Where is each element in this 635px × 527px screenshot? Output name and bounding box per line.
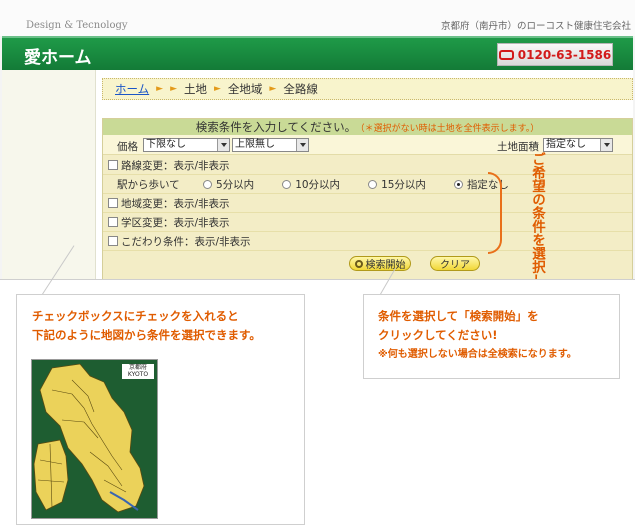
- search-heading-note: （＊選択がない時は土地を全件表示します。）: [360, 124, 540, 134]
- price-min-select[interactable]: 下限なし: [143, 138, 230, 152]
- instruction-vertical-text: ご希望の条件を選択してください。: [529, 152, 545, 280]
- map-badge: 京都府 KYOTO: [122, 364, 154, 379]
- search-heading-text: 検索条件を入力してください。: [195, 120, 357, 134]
- preference-toggle-label: こだわり条件：表示/非表示: [121, 235, 251, 248]
- site-screenshot: Design & Tecnology 京都府（南丹市）のローコスト健康住宅会社 …: [0, 0, 635, 280]
- school-toggle-label: 学区変更：表示/非表示: [121, 216, 230, 229]
- chevron-right-icon: ►: [170, 84, 177, 94]
- callout-right-note: ※何も選択しない場合は全検索になります。: [378, 349, 577, 360]
- phone-number: 0120-63-1586: [517, 47, 612, 62]
- callout-left-line2: 下記のように地図から条件を選択できます。: [32, 328, 261, 342]
- land-area-select[interactable]: 指定なし: [543, 138, 613, 152]
- price-min-value: 下限なし: [146, 139, 186, 150]
- callout-checkbox-map: チェックボックスにチェックを入れると 下記のように地図から条件を選択できます。 …: [16, 294, 305, 525]
- breadcrumb: ホーム ► ► 土地 ► 全地域 ► 全路線: [102, 78, 633, 100]
- land-area-value: 指定なし: [546, 139, 586, 150]
- price-label: 価格: [117, 141, 138, 153]
- top-bar: Design & Tecnology 京都府（南丹市）のローコスト健康住宅会社: [0, 0, 635, 36]
- walk-option-label: 10分以内: [295, 178, 341, 191]
- region-toggle-row[interactable]: 地域変更：表示/非表示: [103, 194, 632, 213]
- breadcrumb-home-link[interactable]: ホーム: [115, 81, 149, 97]
- search-start-button[interactable]: 検索開始: [349, 256, 411, 271]
- chevron-right-icon: ►: [156, 84, 164, 94]
- walk-radio-10min[interactable]: 10分以内: [282, 177, 340, 192]
- price-max-select[interactable]: 上限無し: [232, 138, 309, 152]
- bracket-annotation: [488, 172, 502, 254]
- walk-radio-5min[interactable]: 5分以内: [203, 177, 254, 192]
- walk-option-label: 5分以内: [216, 178, 255, 191]
- preference-toggle-row[interactable]: こだわり条件：表示/非表示: [103, 232, 632, 251]
- search-panel-heading: 検索条件を入力してください。 （＊選択がない時は土地を全件表示します。）: [103, 119, 632, 135]
- search-panel: 検索条件を入力してください。 （＊選択がない時は土地を全件表示します。） 価格 下…: [102, 118, 633, 279]
- breadcrumb-region: 全地域: [227, 82, 263, 96]
- radio-icon[interactable]: [282, 179, 292, 189]
- map-badge-subtitle: KYOTO: [127, 371, 149, 378]
- breadcrumb-land: 土地: [184, 82, 207, 96]
- radio-selected-icon[interactable]: [453, 179, 463, 189]
- left-column: [2, 70, 96, 279]
- phone-badge[interactable]: 0120-63-1586: [497, 43, 613, 66]
- route-toggle-label: 路線変更：表示/非表示: [121, 159, 230, 172]
- school-toggle-checkbox[interactable]: [108, 217, 118, 227]
- radio-icon[interactable]: [203, 179, 212, 189]
- preference-toggle-checkbox[interactable]: [108, 236, 118, 246]
- phone-icon: [498, 49, 514, 60]
- top-info-text: 京都府（南丹市）のローコスト健康住宅会社: [440, 21, 631, 32]
- route-toggle-checkbox[interactable]: [108, 160, 118, 170]
- chevron-down-icon: [221, 143, 227, 147]
- callout-right-line2: クリックしてください!: [378, 328, 498, 342]
- site-logo[interactable]: 愛ホーム: [24, 43, 92, 68]
- tagline: Design & Tecnology: [26, 20, 128, 31]
- map-icon: [32, 360, 157, 518]
- clear-label: クリア: [440, 260, 470, 271]
- chevron-right-icon: ►: [214, 84, 221, 94]
- chevron-down-icon: [604, 143, 610, 147]
- region-toggle-label: 地域変更：表示/非表示: [121, 197, 230, 210]
- search-icon: [354, 259, 363, 268]
- search-start-label: 検索開始: [365, 260, 406, 271]
- callout-search-start: 条件を選択して「検索開始」を クリックしてください! ※何も選択しない場合は全検…: [363, 294, 620, 379]
- school-toggle-row[interactable]: 学区変更：表示/非表示: [103, 213, 632, 232]
- price-row: 価格 下限なし 〜 上限無し 土地面積 指定なし: [103, 135, 632, 155]
- kyoto-map-image: 京都府 KYOTO: [31, 359, 158, 519]
- callout-right-text: 条件を選択して「検索開始」を クリックしてください! ※何も選択しない場合は全検…: [378, 307, 577, 364]
- walk-radio-15min[interactable]: 15分以内: [368, 177, 426, 192]
- callout-left-text: チェックボックスにチェックを入れると 下記のように地図から条件を選択できます。: [32, 307, 261, 345]
- route-toggle-row[interactable]: 路線変更：表示/非表示: [103, 156, 632, 175]
- clear-button[interactable]: クリア: [430, 256, 480, 271]
- callout-left-line1: チェックボックスにチェックを入れると: [32, 309, 239, 323]
- walk-option-label: 15分以内: [381, 178, 426, 191]
- chevron-right-icon: ►: [269, 84, 277, 94]
- region-toggle-checkbox[interactable]: [108, 198, 118, 208]
- callout-right-line1: 条件を選択して「検索開始」を: [378, 309, 539, 323]
- walk-time-row: 駅から歩いて 5分以内 10分以内 15分以内 指定なし: [103, 175, 632, 194]
- walk-time-label: 駅から歩いて: [117, 178, 180, 191]
- breadcrumb-route: 全路線: [283, 82, 318, 96]
- chevron-down-icon: [300, 143, 306, 147]
- price-max-value: 上限無し: [235, 139, 275, 150]
- map-badge-title: 京都府: [128, 364, 147, 371]
- radio-icon[interactable]: [368, 179, 378, 189]
- header-bar: 愛ホーム 0120-63-1586: [2, 36, 633, 70]
